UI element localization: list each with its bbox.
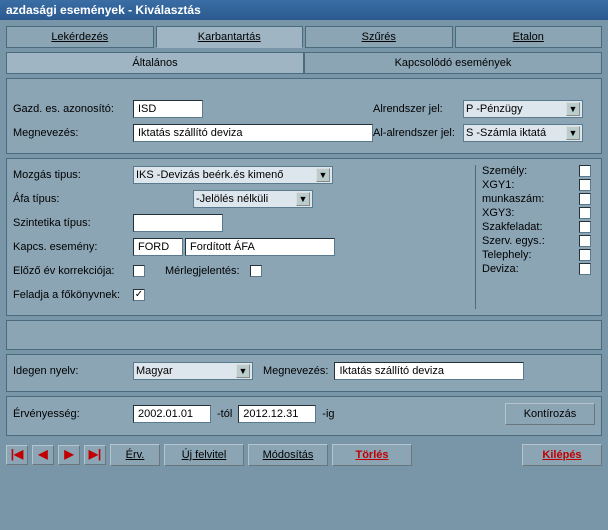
label-szint: Szintetika típus:: [13, 217, 133, 229]
main-tab-bar: Lekérdezés Karbantartás Szűrés Etalon: [0, 20, 608, 48]
select-idegen[interactable]: Magyar▼: [133, 362, 253, 380]
label-megnev2: Megnevezés:: [263, 365, 328, 377]
label-ig: -ig: [316, 408, 340, 420]
subtab-kapcsolodo[interactable]: Kapcsolódó események: [304, 52, 602, 74]
field-kapcs-name[interactable]: Fordított ÁFA: [185, 238, 335, 256]
label-alalrendszer: Al-alrendszer jel:: [373, 127, 463, 139]
select-afa[interactable]: -Jelölés nélküli▼: [193, 190, 313, 208]
checkbox-szerv[interactable]: [579, 235, 591, 247]
label-deviza: Deviza:: [482, 263, 519, 275]
button-kontirozas[interactable]: Kontírozás: [505, 403, 595, 425]
checkbox-deviza[interactable]: [579, 263, 591, 275]
label-elozo: Előző év korrekciója:: [13, 265, 133, 277]
field-date-from[interactable]: 2002.01.01: [133, 405, 211, 423]
label-szemely: Személy:: [482, 165, 527, 177]
tab-etalon[interactable]: Etalon: [455, 26, 603, 48]
label-afa: Áfa típus:: [13, 193, 133, 205]
button-torles[interactable]: Törlés: [332, 444, 412, 466]
checkbox-xgy3[interactable]: [579, 207, 591, 219]
tab-szures[interactable]: Szűrés: [305, 26, 453, 48]
checkbox-szemely[interactable]: [579, 165, 591, 177]
label-alrendszer: Alrendszer jel:: [373, 103, 463, 115]
label-kapcs: Kapcs. esemény:: [13, 241, 133, 253]
label-telephely: Telephely:: [482, 249, 532, 261]
label-szerv: Szerv. egys.:: [482, 235, 545, 247]
checkbox-szakfeladat[interactable]: [579, 221, 591, 233]
select-alrendszer[interactable]: P -Pénzügy▼: [463, 100, 583, 118]
label-xgy1: XGY1:: [482, 179, 514, 191]
tab-karbantartas[interactable]: Karbantartás: [156, 26, 304, 48]
select-mozgas[interactable]: IKS -Devizás beérk.és kimenő▼: [133, 166, 333, 184]
field-megnev[interactable]: Iktatás szállító deviza: [133, 124, 373, 142]
chevron-down-icon[interactable]: ▼: [566, 102, 580, 116]
tab-lekerdezes[interactable]: Lekérdezés: [6, 26, 154, 48]
panel-spacer: [6, 320, 602, 350]
label-szakfeladat: Szakfeladat:: [482, 221, 543, 233]
label-munkaszam: munkaszám:: [482, 193, 544, 205]
checkbox-elozo[interactable]: [133, 265, 145, 277]
checkbox-merleg[interactable]: [250, 265, 262, 277]
chevron-down-icon[interactable]: ▼: [316, 168, 330, 182]
panel-valid: Érvényesség: 2002.01.01 -tól 2012.12.31 …: [6, 396, 602, 436]
button-modositas[interactable]: Módosítás: [248, 444, 328, 466]
subtab-altalanos[interactable]: Általános: [6, 52, 304, 74]
button-kilepes[interactable]: Kilépés: [522, 444, 602, 466]
field-gazd-id[interactable]: ISD: [133, 100, 203, 118]
field-szint[interactable]: [133, 214, 223, 232]
panel-lang: Idegen nyelv: Magyar▼ Megnevezés: Iktatá…: [6, 354, 602, 392]
label-erveny: Érvényesség:: [13, 408, 133, 420]
sub-tab-bar: Általános Kapcsolódó események: [0, 48, 608, 74]
side-checkbox-panel: Személy: XGY1: munkaszám: XGY3: Szakfela…: [475, 165, 595, 309]
button-uj[interactable]: Új felvitel: [164, 444, 244, 466]
panel-middle: Mozgás tipus: IKS -Devizás beérk.és kime…: [6, 158, 602, 316]
field-kapcs-code[interactable]: FORD: [133, 238, 183, 256]
checkbox-munkaszam[interactable]: [579, 193, 591, 205]
label-feladja: Feladja a főkönyvnek:: [13, 289, 133, 301]
label-merleg: Mérlegjelentés:: [165, 265, 240, 277]
button-erv[interactable]: Érv.: [110, 444, 160, 466]
chevron-down-icon[interactable]: ▼: [566, 126, 580, 140]
checkbox-feladja[interactable]: ✓: [133, 289, 145, 301]
select-alalrendszer[interactable]: S -Számla iktatá▼: [463, 124, 583, 142]
label-megnev: Megnevezés:: [13, 127, 133, 139]
panel-top: Gazd. es. azonosító: ISD Alrendszer jel:…: [6, 78, 602, 154]
label-xgy3: XGY3:: [482, 207, 514, 219]
bottom-bar: |◀ ◀ ▶ ▶| Érv. Új felvitel Módosítás Tör…: [0, 440, 608, 470]
nav-prev[interactable]: ◀: [32, 445, 54, 465]
label-idegen: Idegen nyelv:: [13, 365, 133, 377]
label-tol: -tól: [211, 408, 238, 420]
label-mozgas: Mozgás tipus:: [13, 169, 133, 181]
chevron-down-icon[interactable]: ▼: [236, 364, 250, 378]
field-megnev2[interactable]: Iktatás szállító deviza: [334, 362, 524, 380]
checkbox-telephely[interactable]: [579, 249, 591, 261]
nav-first[interactable]: |◀: [6, 445, 28, 465]
field-date-to[interactable]: 2012.12.31: [238, 405, 316, 423]
nav-last[interactable]: ▶|: [84, 445, 106, 465]
chevron-down-icon[interactable]: ▼: [296, 192, 310, 206]
label-gazd-id: Gazd. es. azonosító:: [13, 103, 133, 115]
window-title: azdasági események - Kiválasztás: [0, 0, 608, 20]
nav-next[interactable]: ▶: [58, 445, 80, 465]
checkbox-xgy1[interactable]: [579, 179, 591, 191]
